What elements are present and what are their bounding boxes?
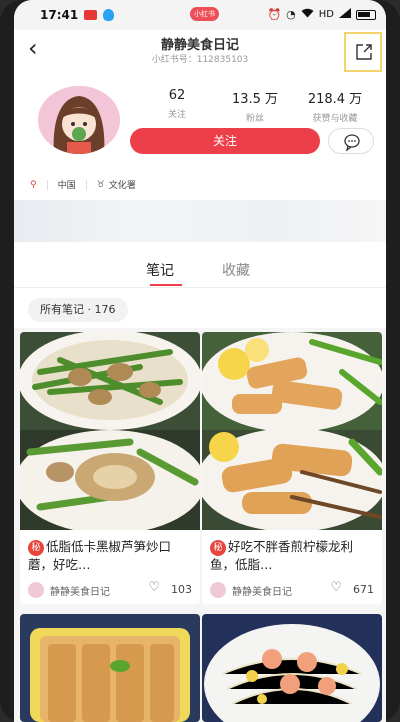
blurred-bio — [14, 200, 386, 242]
note-card[interactable] — [20, 614, 200, 722]
like-count: 671 — [353, 583, 374, 596]
stat-followers[interactable]: 13.5 万 粉丝 — [220, 88, 290, 124]
message-button[interactable] — [328, 128, 374, 154]
stat-likes[interactable]: 218.4 万 获赞与收藏 — [300, 88, 370, 124]
divider — [85, 179, 87, 190]
note-title-text: 低脂低卡黑椒芦笋炒口蘑，好吃… — [28, 539, 172, 572]
stat-value: 218.4 万 — [307, 92, 363, 107]
note-card[interactable]: 秘低脂低卡黑椒芦笋炒口蘑，好吃… 静静美食日记 ♡ 103 — [20, 332, 200, 604]
phone-frame: 17:41 小红书 ⏰ ◔ HD ‹ 静静美食日记 小红书号：112835103 — [0, 0, 400, 722]
note-title-text: 好吃不胖香煎柠檬龙利鱼，低脂… — [210, 539, 354, 572]
active-tab-indicator — [150, 284, 182, 286]
wifi-icon — [301, 8, 314, 21]
heart-icon[interactable]: ♡ — [148, 580, 160, 595]
page-title: 静静美食日记 — [160, 38, 239, 53]
note-cover-image — [20, 332, 200, 530]
note-footer: 静静美食日记 ♡ 671 — [202, 576, 382, 604]
network-type: HD — [318, 9, 334, 20]
stat-value: 62 — [168, 88, 186, 103]
stat-label: 获赞与收藏 — [312, 114, 358, 124]
tag-label: 文化署 — [108, 181, 136, 191]
avatar-illustration — [38, 86, 120, 154]
badge-icon: ♉ — [96, 179, 105, 190]
divider — [46, 179, 48, 190]
tag-region[interactable]: 中国 — [58, 178, 76, 191]
note-footer: 静静美食日记 ♡ 103 — [20, 576, 200, 604]
app-screen: 17:41 小红书 ⏰ ◔ HD ‹ 静静美食日记 小红书号：112835103 — [14, 0, 386, 722]
stat-label: 粉丝 — [245, 114, 264, 124]
signal-icon — [339, 8, 351, 21]
account-id: 小红书号：112835103 — [151, 55, 249, 65]
recipe-badge: 秘 — [28, 540, 44, 556]
notes-filter-chip[interactable]: 所有笔记 · 176 — [28, 298, 128, 322]
qq-notification-icon — [103, 9, 114, 21]
status-time: 17:41 — [40, 8, 79, 22]
content-tabs: 笔记 收藏 — [14, 252, 386, 288]
note-cover-image — [20, 614, 200, 722]
avatar[interactable] — [38, 86, 120, 154]
tag-label: 中国 — [57, 181, 76, 191]
status-app-badge: 小红书 — [190, 7, 219, 21]
status-icons: ⏰ ◔ HD — [267, 8, 376, 21]
alarm-icon: ⏰ — [267, 8, 282, 21]
author-avatar — [210, 582, 226, 598]
share-export-icon — [356, 44, 372, 60]
author-avatar — [28, 582, 44, 598]
note-cover-image — [202, 332, 382, 530]
status-bar: 17:41 小红书 ⏰ ◔ HD — [14, 0, 386, 30]
note-title: 秘低脂低卡黑椒芦笋炒口蘑，好吃… — [20, 530, 200, 576]
note-cover-image — [202, 614, 382, 722]
recipe-badge: 秘 — [210, 540, 226, 556]
profile-tags: ⚲ 中国 ♉ 文化署 — [30, 178, 136, 191]
location-icon: ⚲ — [30, 179, 37, 190]
note-card[interactable]: 秘好吃不胖香煎柠檬龙利鱼，低脂… 静静美食日记 ♡ 671 — [202, 332, 382, 604]
note-card[interactable] — [202, 614, 382, 722]
stat-value: 13.5 万 — [231, 92, 279, 107]
note-title: 秘好吃不胖香煎柠檬龙利鱼，低脂… — [202, 530, 382, 576]
heart-icon[interactable]: ♡ — [330, 580, 342, 595]
like-count: 103 — [171, 583, 192, 596]
chat-bubble-icon — [344, 134, 360, 152]
stat-following[interactable]: 62 关注 — [142, 88, 212, 120]
stat-label: 关注 — [167, 110, 186, 120]
follow-button[interactable]: 关注 — [130, 128, 320, 154]
mute-icon: ◔ — [286, 8, 296, 21]
battery-icon — [356, 9, 376, 20]
author-name: 静静美食日记 — [232, 587, 292, 598]
notification-app-icon — [84, 10, 97, 20]
profile-header: ‹ 静静美食日记 小红书号：112835103 — [14, 30, 386, 72]
author-name: 静静美食日记 — [50, 587, 110, 598]
tag-profession[interactable]: ♉ 文化署 — [96, 178, 136, 192]
tab-notes[interactable]: 笔记 — [146, 260, 174, 280]
tab-favorites[interactable]: 收藏 — [222, 260, 250, 280]
share-button[interactable] — [344, 32, 382, 72]
